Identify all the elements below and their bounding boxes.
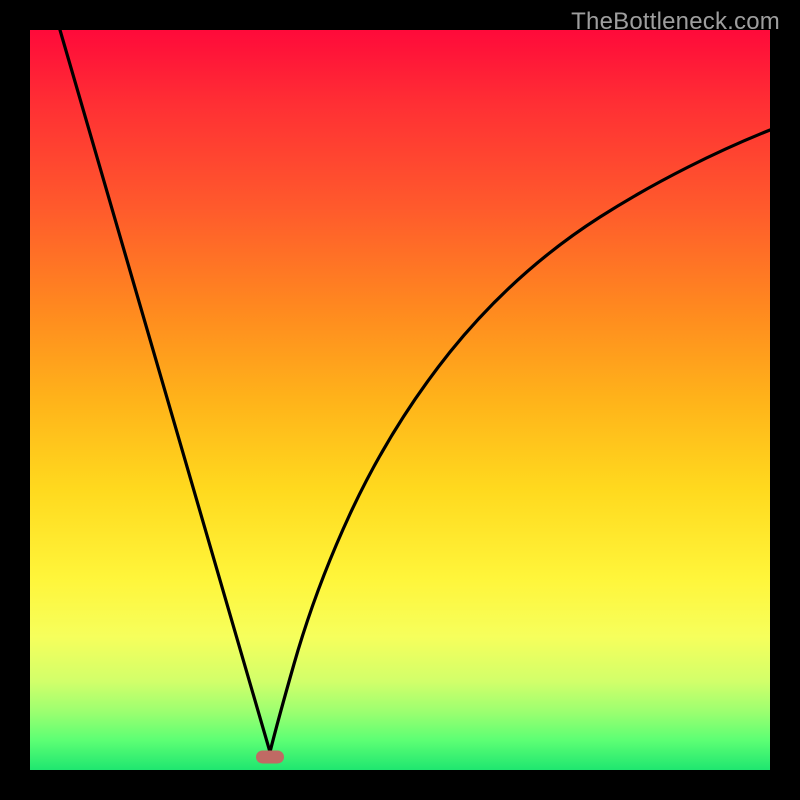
- plot-area: [30, 30, 770, 770]
- chart-frame: TheBottleneck.com: [0, 0, 800, 800]
- watermark-text: TheBottleneck.com: [571, 8, 780, 36]
- bottleneck-curve: [30, 30, 770, 770]
- curve-left-branch: [60, 30, 270, 752]
- min-marker: [256, 751, 284, 764]
- curve-right-branch: [270, 130, 770, 752]
